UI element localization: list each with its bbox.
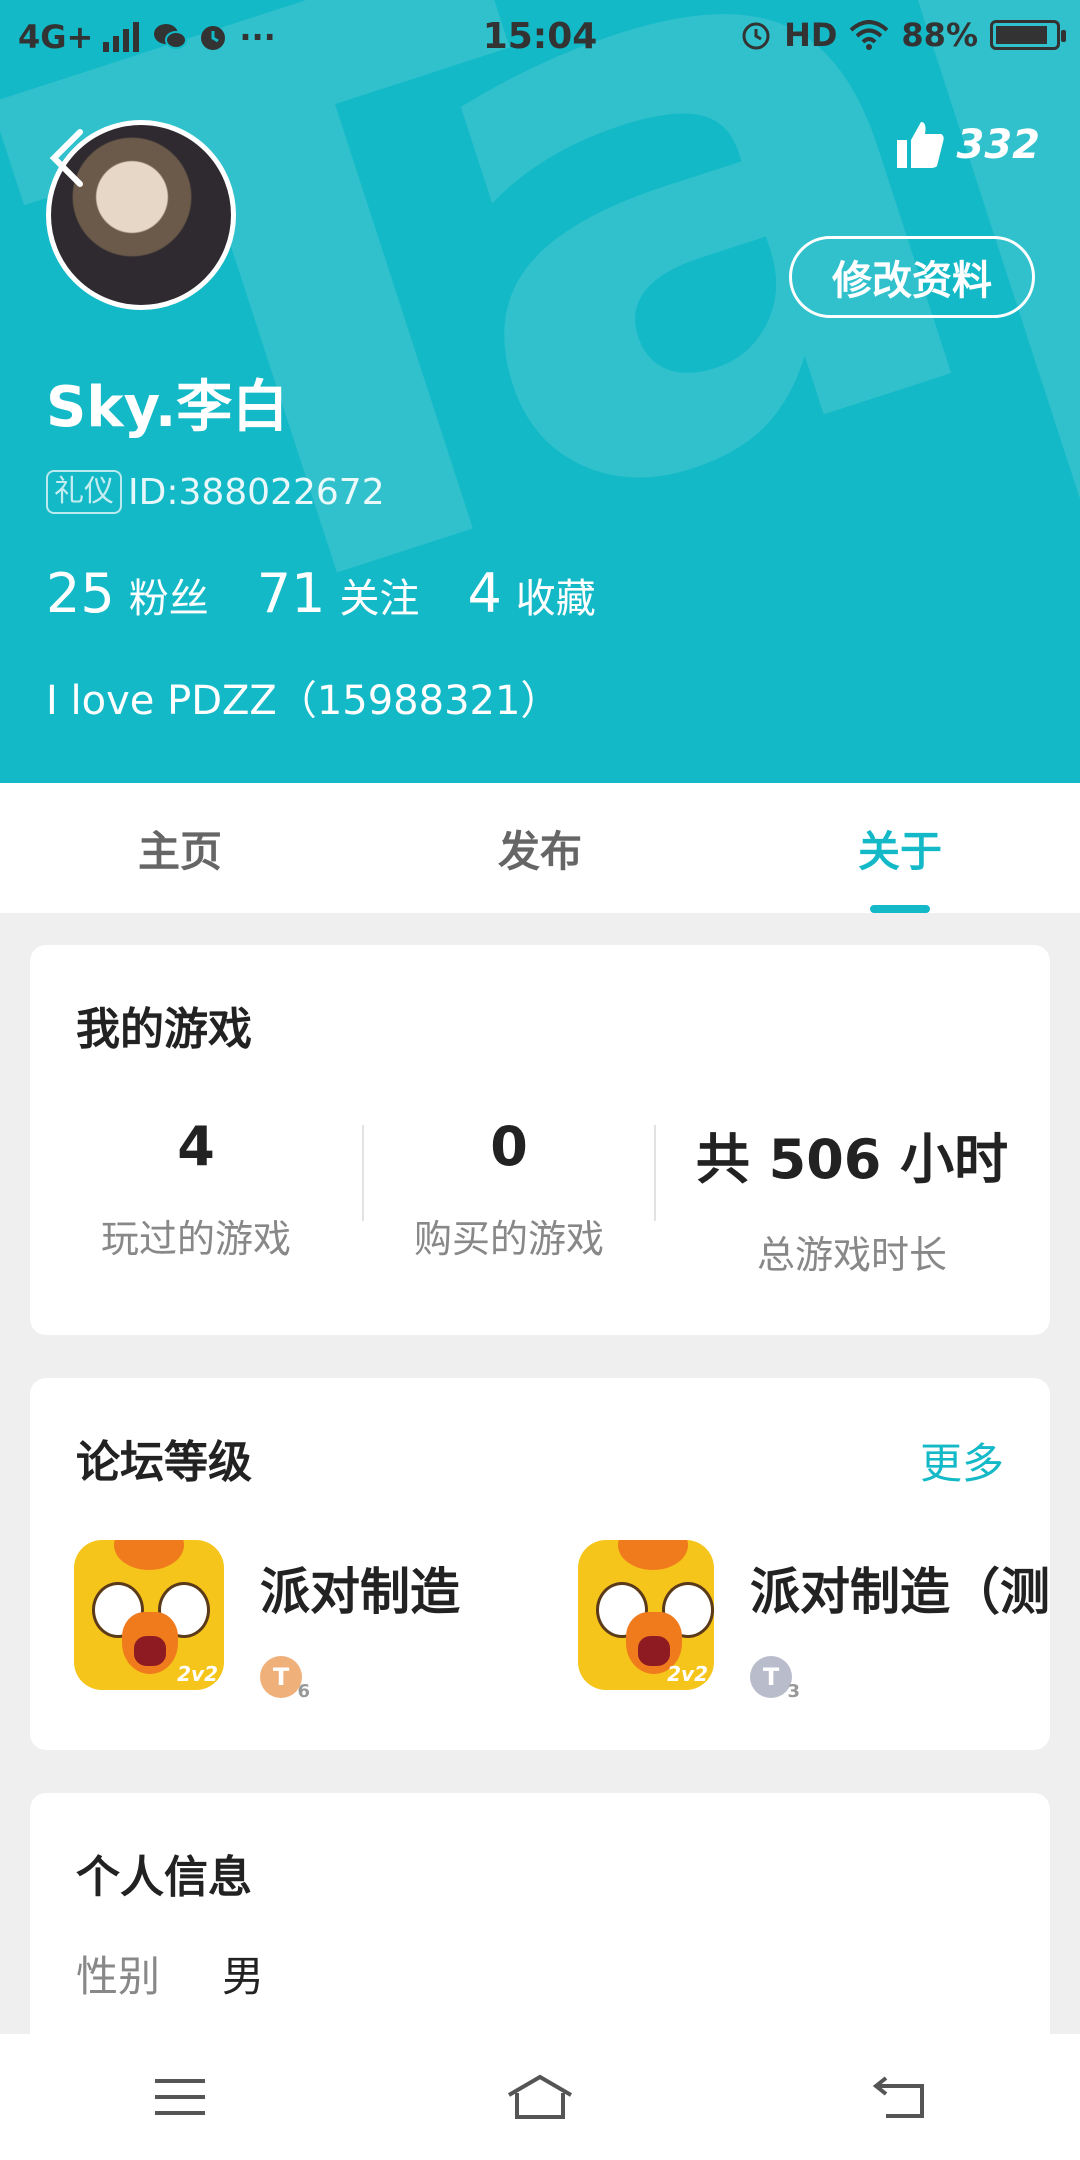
username: Sky.李白: [46, 375, 289, 440]
favorites-stat[interactable]: 4 收藏: [467, 562, 595, 625]
status-bar: 4G+ ··· 15:04 HD 88%: [0, 0, 1080, 76]
level-letter: T: [272, 1663, 290, 1691]
profile-header: TapTap 4G+ ··· 15:04: [0, 0, 1080, 783]
level-number: 3: [787, 1681, 800, 1698]
profile-tabs: 主页 发布 关于: [0, 783, 1080, 913]
forum-item[interactable]: 2v2 派对制造（测 T 3: [578, 1540, 1050, 1698]
level-letter: T: [762, 1663, 780, 1691]
thumbs-up-icon: [896, 122, 944, 168]
tab-home[interactable]: 主页: [0, 783, 360, 913]
tab-about-label: 关于: [857, 826, 942, 876]
fans-count: 25: [46, 562, 115, 625]
user-bio: I love PDZZ（15988321）: [46, 678, 561, 724]
game-icon-tag: 2v2: [667, 1662, 708, 1686]
game-icon-tag: 2v2: [177, 1662, 218, 1686]
menu-icon[interactable]: [135, 2062, 225, 2132]
game-app-icon: 2v2: [74, 1540, 224, 1690]
etiquette-badge: 礼仪: [46, 470, 122, 514]
play-time-label: 总游戏时长: [756, 1233, 947, 1277]
battery-percent: 88%: [901, 16, 978, 54]
gender-row: 性别 男: [76, 1943, 264, 2004]
personal-info-title: 个人信息: [76, 1852, 252, 1903]
purchased-games-stat[interactable]: 0 购买的游戏: [364, 1115, 654, 1279]
follow-stats: 25 粉丝 71 关注 4 收藏: [46, 562, 596, 625]
wifi-icon: [850, 20, 889, 50]
fans-label: 粉丝: [128, 576, 209, 622]
tab-home-label: 主页: [137, 826, 222, 876]
alarm-icon: [742, 22, 770, 50]
played-games-label: 玩过的游戏: [100, 1217, 291, 1261]
fans-stat[interactable]: 25 粉丝: [46, 562, 209, 625]
id-row: 礼仪 ID:388022672: [46, 470, 385, 514]
following-label: 关注: [339, 576, 420, 622]
favorites-count: 4: [467, 562, 502, 625]
edit-profile-button[interactable]: 修改资料: [789, 236, 1035, 318]
status-right: HD 88%: [740, 16, 1066, 54]
more-link[interactable]: 更多: [920, 1430, 1004, 1491]
following-stat[interactable]: 71 关注: [257, 562, 420, 625]
battery-icon: [990, 20, 1066, 50]
forum-game-name: 派对制造（测: [750, 1563, 1050, 1621]
tab-posts-label: 发布: [497, 826, 582, 876]
my-games-card: 我的游戏 4 玩过的游戏 0 购买的游戏 共 506 小时 总游戏时长: [30, 945, 1050, 1335]
forum-game-name: 派对制造: [260, 1563, 460, 1621]
back-arrow-icon[interactable]: [48, 128, 88, 188]
back-icon[interactable]: [855, 2062, 945, 2132]
level-badge-icon: T 6: [260, 1656, 310, 1702]
home-icon[interactable]: [495, 2062, 585, 2132]
played-games-stat[interactable]: 4 玩过的游戏: [30, 1115, 362, 1279]
play-time-stat: 共 506 小时 总游戏时长: [656, 1115, 1048, 1279]
level-badge-icon: T 3: [750, 1656, 800, 1698]
forum-level-card: 论坛等级 更多 2v2 派对制造 T 6 2v2 派对制造（测 T 3: [30, 1378, 1050, 1750]
game-stats: 4 玩过的游戏 0 购买的游戏 共 506 小时 总游戏时长: [30, 1115, 1050, 1279]
forum-level-title: 论坛等级: [76, 1437, 252, 1488]
favorites-label: 收藏: [515, 576, 596, 622]
forum-item[interactable]: 2v2 派对制造 T 6: [74, 1540, 460, 1702]
like-counter[interactable]: 332: [895, 120, 1041, 170]
following-count: 71: [256, 562, 326, 625]
play-time-value: 共 506 小时: [695, 1128, 1009, 1191]
my-games-title: 我的游戏: [76, 1004, 252, 1055]
system-nav-bar: [0, 2034, 1080, 2160]
purchased-games-count: 0: [490, 1115, 528, 1178]
gender-label: 性别: [76, 1952, 161, 2001]
gender-value: 男: [222, 1952, 265, 2001]
like-count: 332: [956, 122, 1041, 168]
played-games-count: 4: [177, 1115, 215, 1178]
active-tab-indicator: [870, 905, 930, 913]
tab-about[interactable]: 关于: [720, 783, 1080, 913]
purchased-games-label: 购买的游戏: [413, 1217, 604, 1261]
tab-posts[interactable]: 发布: [360, 783, 720, 913]
level-number: 6: [297, 1681, 310, 1702]
game-app-icon: 2v2: [578, 1540, 714, 1690]
hd-label: HD: [784, 16, 838, 54]
user-id: ID:388022672: [128, 471, 385, 513]
